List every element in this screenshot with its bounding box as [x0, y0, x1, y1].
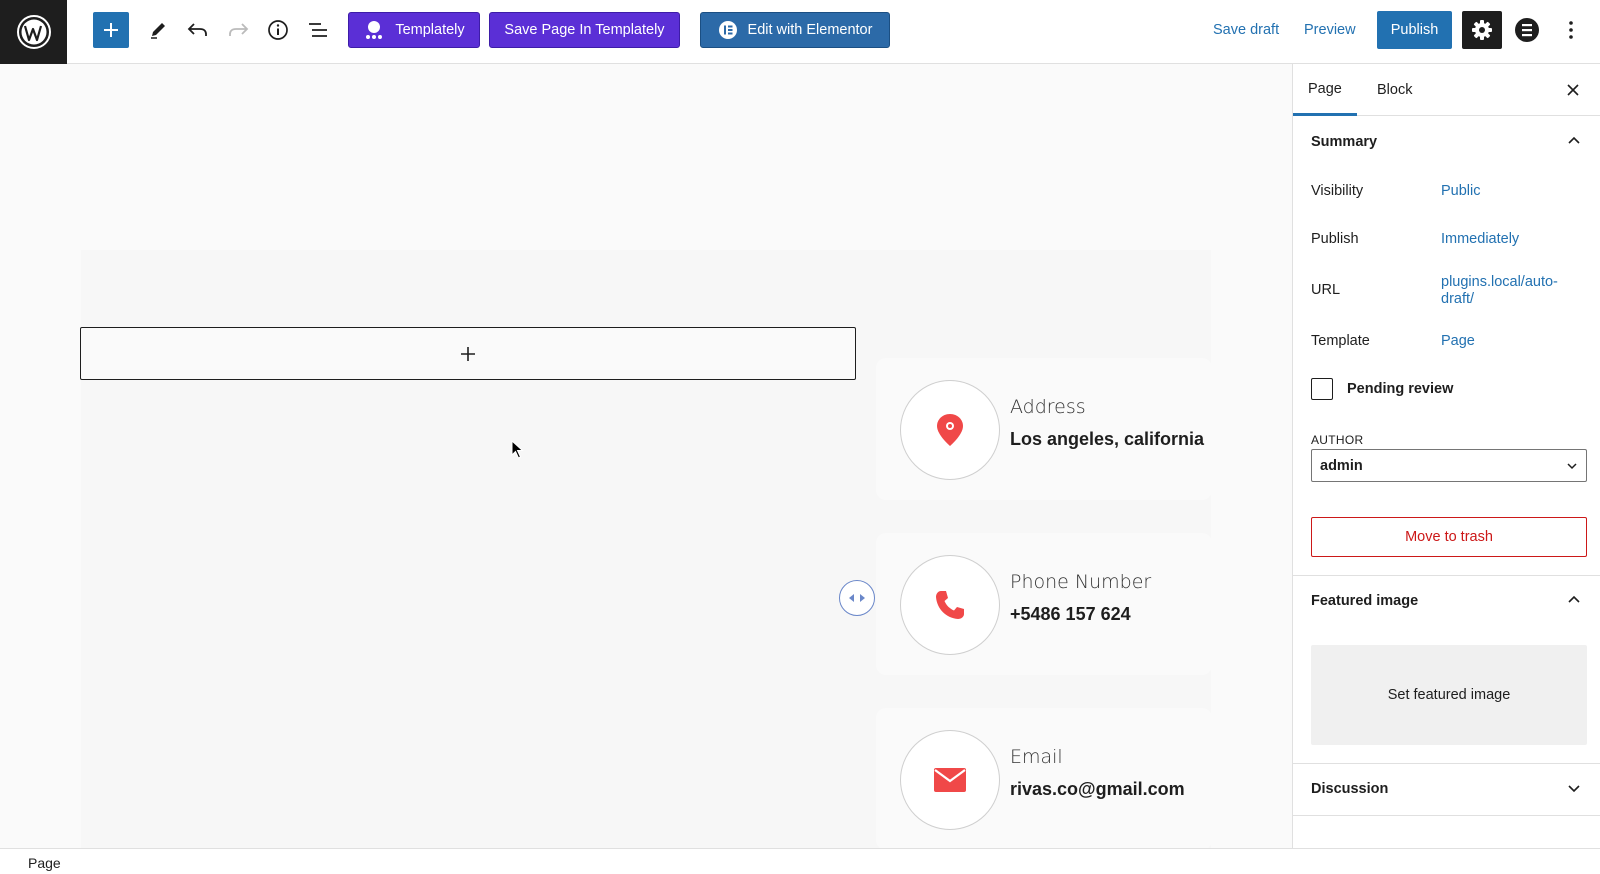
email-icon-circle	[900, 730, 1000, 830]
save-templately-label: Save Page In Templately	[504, 22, 665, 38]
pending-review-checkbox[interactable]	[1311, 378, 1333, 400]
summary-panel-toggle[interactable]: Summary	[1293, 116, 1600, 168]
mouse-pointer-icon	[511, 439, 525, 465]
publish-button[interactable]: Publish	[1377, 11, 1452, 49]
resize-arrows-icon	[849, 594, 865, 602]
undo-button[interactable]	[180, 12, 216, 48]
phone-icon	[936, 591, 964, 619]
sidebar-tabs: Page Block	[1293, 64, 1600, 116]
template-label: Template	[1311, 333, 1370, 349]
details-button[interactable]	[260, 12, 296, 48]
chevron-up-icon	[1568, 136, 1580, 144]
envelope-icon	[934, 768, 966, 792]
elementor-icon	[718, 21, 737, 39]
pending-review-label: Pending review	[1347, 381, 1454, 397]
panel-divider	[1293, 815, 1600, 816]
redo-icon	[229, 23, 249, 36]
templately-icon	[366, 21, 383, 39]
settings-sidebar: Page Block Summary Visibility Publish UR…	[1292, 64, 1600, 848]
card-value: +5486 157 624	[1010, 604, 1131, 624]
card-value: rivas.co@gmail.com	[1010, 779, 1185, 799]
template-value[interactable]: Page	[1441, 333, 1475, 350]
elementor-kit-button[interactable]	[1512, 15, 1542, 45]
list-view-button[interactable]	[300, 12, 336, 48]
block-appender-button[interactable]	[80, 327, 856, 380]
add-block-button[interactable]	[93, 12, 129, 48]
block-breadcrumb-bar: Page	[0, 848, 1600, 874]
kit-icon	[1515, 18, 1539, 42]
settings-button[interactable]	[1462, 11, 1502, 49]
preview-button[interactable]: Preview	[1304, 12, 1356, 48]
plus-icon	[104, 23, 118, 37]
pencil-icon	[151, 23, 165, 39]
edit-with-elementor-button[interactable]: Edit with Elementor	[700, 12, 890, 48]
card-value: Los angeles, california	[1010, 429, 1205, 449]
contact-card-address[interactable]: Address Los angeles, california	[876, 358, 1212, 500]
save-page-in-templately-button[interactable]: Save Page In Templately	[489, 12, 680, 48]
url-label: URL	[1311, 282, 1341, 298]
url-value[interactable]: plugins.local/auto- draft/	[1441, 274, 1558, 308]
author-value: admin	[1320, 457, 1363, 474]
undo-icon	[187, 23, 207, 36]
card-title: Phone Number	[1010, 571, 1152, 593]
map-pin-icon	[937, 414, 963, 446]
close-sidebar-button[interactable]	[1559, 76, 1587, 104]
info-icon	[268, 20, 288, 40]
options-menu-button[interactable]	[1556, 12, 1586, 48]
templately-button[interactable]: Templately	[348, 12, 480, 48]
discussion-panel-toggle[interactable]: Discussion	[1293, 763, 1600, 815]
author-label: AUTHOR	[1311, 433, 1364, 447]
author-select[interactable]: admin	[1311, 449, 1587, 482]
templately-label: Templately	[395, 22, 465, 38]
more-vertical-icon	[1569, 21, 1573, 39]
wordpress-logo-icon[interactable]	[0, 0, 67, 64]
card-title: Address	[1010, 396, 1086, 418]
address-icon-circle	[900, 380, 1000, 480]
phone-icon-circle	[900, 555, 1000, 655]
chevron-down-icon	[1567, 463, 1577, 470]
featured-image-panel-toggle[interactable]: Featured image	[1293, 575, 1600, 627]
editor-canvas: Address Los angeles, california Phone Nu…	[0, 64, 1292, 848]
editor-header: Templately Save Page In Templately Edit …	[0, 0, 1600, 64]
publish-label: Publish	[1311, 231, 1359, 247]
breadcrumb-page[interactable]: Page	[28, 855, 61, 871]
summary-heading: Summary	[1311, 134, 1378, 150]
contact-card-phone[interactable]: Phone Number +5486 157 624	[876, 533, 1212, 675]
gear-icon	[1472, 20, 1492, 40]
plus-icon	[461, 346, 475, 361]
close-icon	[1567, 84, 1579, 96]
visibility-label: Visibility	[1311, 183, 1364, 199]
contact-card-email[interactable]: Email rivas.co@gmail.com	[876, 708, 1212, 848]
column-resize-handle[interactable]	[839, 580, 875, 616]
save-draft-button[interactable]: Save draft	[1213, 12, 1279, 48]
visibility-value[interactable]: Public	[1441, 183, 1481, 200]
list-view-icon	[309, 23, 327, 37]
elementor-label: Edit with Elementor	[747, 22, 873, 38]
move-to-trash-button[interactable]: Move to trash	[1311, 517, 1587, 557]
card-title: Email	[1010, 746, 1063, 768]
url-line-1: plugins.local/auto-	[1441, 274, 1558, 290]
discussion-heading: Discussion	[1311, 781, 1389, 797]
publish-date-value[interactable]: Immediately	[1441, 231, 1519, 248]
tab-block[interactable]: Block	[1377, 64, 1412, 116]
tab-page[interactable]: Page	[1293, 64, 1357, 116]
edit-tool-button[interactable]	[140, 12, 176, 48]
featured-heading: Featured image	[1311, 593, 1419, 609]
set-featured-image-button[interactable]: Set featured image	[1311, 645, 1587, 745]
chevron-up-icon	[1568, 595, 1580, 603]
chevron-down-icon	[1568, 785, 1580, 793]
redo-button[interactable]	[220, 12, 256, 48]
url-line-2: draft/	[1441, 291, 1475, 307]
